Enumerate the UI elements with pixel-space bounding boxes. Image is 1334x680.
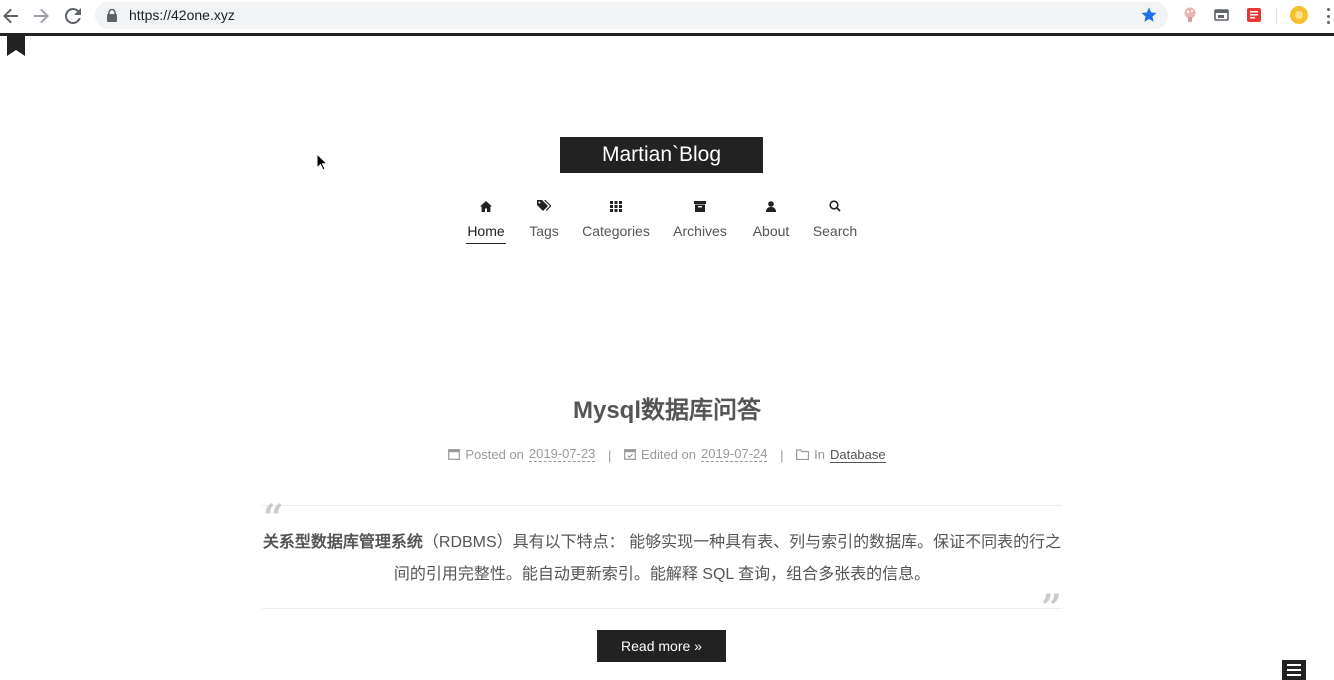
mouse-cursor-icon xyxy=(316,153,328,171)
menu-item-home[interactable]: Home xyxy=(466,196,506,244)
menu-label: Tags xyxy=(526,224,562,243)
meta-divider: | xyxy=(780,448,783,463)
post-excerpt: 关系型数据库管理系统（RDBMS）具有以下特点： 能够实现一种具有表、列与索引的… xyxy=(262,527,1062,591)
lock-icon xyxy=(107,9,117,22)
calendar-icon xyxy=(448,448,460,460)
menu-item-tags[interactable]: Tags xyxy=(526,196,562,243)
tags-icon xyxy=(526,196,562,216)
th-icon xyxy=(581,196,651,216)
address-bar[interactable]: https://42one.xyz xyxy=(95,2,1168,29)
reload-icon xyxy=(65,8,81,24)
posted-on: Posted on 2019-07-23 xyxy=(448,446,595,462)
meta-divider: | xyxy=(608,448,611,463)
main-menu: Home Tags Categories Archives About Sear… xyxy=(0,196,1334,256)
bookmark-star-icon[interactable] xyxy=(1140,6,1158,24)
menu-label: Archives xyxy=(671,224,729,243)
sidebar-toggle-button[interactable] xyxy=(1282,660,1306,680)
menu-item-archives[interactable]: Archives xyxy=(671,196,729,243)
search-icon xyxy=(812,196,858,216)
extension-window-icon[interactable] xyxy=(1213,6,1231,24)
excerpt-bold: 关系型数据库管理系统 xyxy=(263,534,423,551)
menu-item-about[interactable]: About xyxy=(749,196,793,243)
in-label: In xyxy=(814,447,825,462)
read-more-button[interactable]: Read more » xyxy=(597,630,726,662)
menu-label: Categories xyxy=(581,224,651,243)
posted-date: 2019-07-23 xyxy=(529,446,596,462)
extension-note-icon[interactable] xyxy=(1245,6,1263,24)
archive-icon xyxy=(671,196,729,216)
edited-date: 2019-07-24 xyxy=(701,446,768,462)
post-meta: Posted on 2019-07-23 | Edited on 2019-07… xyxy=(0,446,1334,463)
quote-rule-top xyxy=(262,505,1062,506)
menu-label: About xyxy=(749,224,793,243)
toolbar-separator xyxy=(1276,8,1277,24)
browser-toolbar: https://42one.xyz xyxy=(0,0,1334,33)
extension-mushroom-icon[interactable] xyxy=(1181,6,1199,24)
site-brand[interactable]: Martian`Blog xyxy=(560,137,763,173)
folder-icon xyxy=(796,449,809,460)
excerpt-text: （RDBMS）具有以下特点： 能够实现一种具有表、列与索引的数据库。保证不同表的… xyxy=(394,534,1061,583)
url-text: https://42one.xyz xyxy=(129,7,235,23)
user-icon xyxy=(749,196,793,216)
forward-button[interactable] xyxy=(30,5,52,27)
menu-label: Home xyxy=(466,224,506,244)
edited-label: Edited on xyxy=(641,447,696,462)
page-top-border xyxy=(0,33,1334,36)
browser-menu-button[interactable] xyxy=(1326,8,1330,24)
home-icon xyxy=(466,196,506,216)
profile-avatar-icon[interactable] xyxy=(1290,6,1308,24)
quote-rule-bottom xyxy=(262,608,1062,609)
edited-on: Edited on 2019-07-24 xyxy=(624,446,767,462)
reload-button[interactable] xyxy=(62,5,84,27)
arrow-right-icon xyxy=(33,8,49,24)
posted-label: Posted on xyxy=(465,447,524,462)
menu-item-categories[interactable]: Categories xyxy=(581,196,651,243)
bookmark-ribbon-icon[interactable] xyxy=(7,36,25,56)
post-category: In Database xyxy=(796,447,886,463)
post-title[interactable]: Mysql数据库问答 xyxy=(0,390,1334,425)
menu-label: Search xyxy=(812,224,858,243)
arrow-left-icon xyxy=(3,8,19,24)
back-button[interactable] xyxy=(0,5,22,27)
calendar-check-icon xyxy=(624,448,636,460)
category-link[interactable]: Database xyxy=(830,447,886,463)
menu-item-search[interactable]: Search xyxy=(812,196,858,243)
